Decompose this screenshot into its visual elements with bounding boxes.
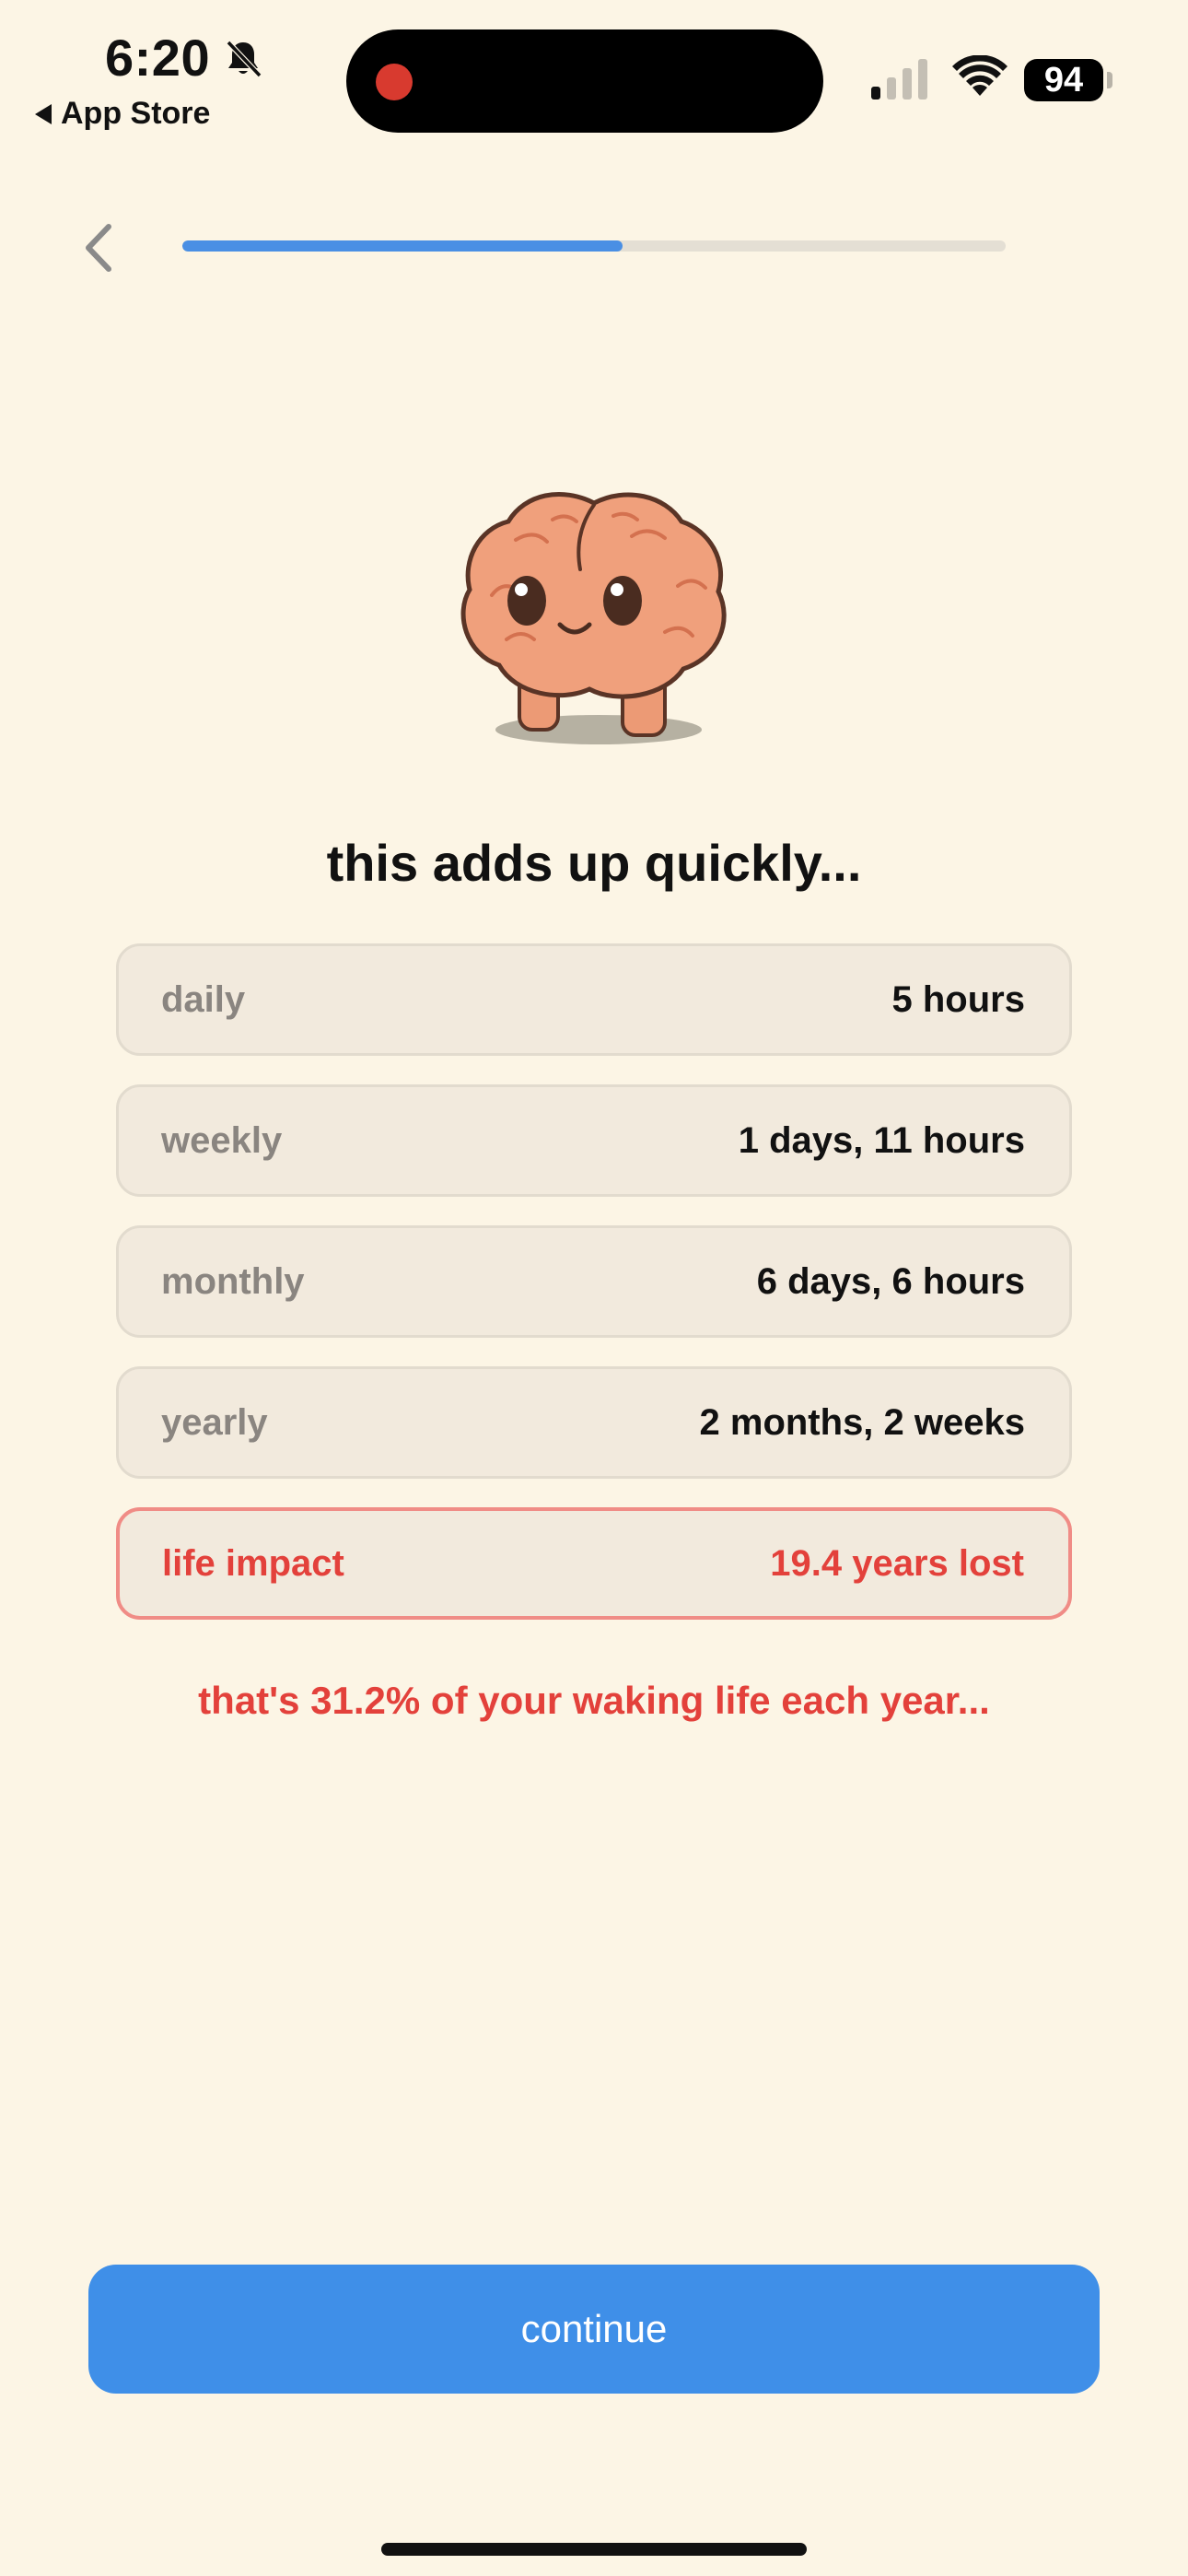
stat-row-monthly: monthly 6 days, 6 hours bbox=[116, 1225, 1072, 1338]
progress-bar bbox=[182, 240, 1006, 252]
back-app-label: App Store bbox=[61, 96, 211, 131]
back-chevron-icon[interactable] bbox=[77, 221, 120, 275]
headline: this adds up quickly... bbox=[326, 834, 862, 892]
status-time: 6:20 bbox=[105, 29, 211, 87]
progress-fill bbox=[182, 240, 623, 252]
silent-bell-icon bbox=[226, 40, 262, 78]
life-impact-label: life impact bbox=[162, 1542, 344, 1584]
battery-indicator: 94 bbox=[1024, 59, 1112, 101]
stat-label: monthly bbox=[161, 1260, 305, 1302]
stat-value: 1 days, 11 hours bbox=[738, 1119, 1025, 1161]
battery-level: 94 bbox=[1024, 59, 1103, 101]
wifi-icon bbox=[952, 55, 1007, 96]
stat-row-weekly: weekly 1 days, 11 hours bbox=[116, 1084, 1072, 1197]
waking-life-warning: that's 31.2% of your waking life each ye… bbox=[198, 1679, 990, 1722]
stat-value: 6 days, 6 hours bbox=[756, 1260, 1025, 1302]
stat-value: 2 months, 2 weeks bbox=[699, 1401, 1025, 1443]
stat-value: 5 hours bbox=[891, 978, 1025, 1020]
continue-button[interactable]: continue bbox=[88, 2265, 1100, 2394]
stat-row-life-impact: life impact 19.4 years lost bbox=[116, 1507, 1072, 1620]
recording-indicator bbox=[376, 64, 413, 100]
stat-label: weekly bbox=[161, 1119, 283, 1161]
stat-label: daily bbox=[161, 978, 246, 1020]
back-triangle-icon bbox=[35, 103, 52, 124]
dynamic-island bbox=[346, 29, 823, 133]
stat-row-yearly: yearly 2 months, 2 weeks bbox=[116, 1366, 1072, 1479]
brain-mascot-illustration bbox=[460, 491, 727, 744]
life-impact-value: 19.4 years lost bbox=[770, 1542, 1024, 1584]
cellular-signal-icon bbox=[871, 59, 927, 100]
battery-nub bbox=[1107, 72, 1112, 88]
stat-row-daily: daily 5 hours bbox=[116, 943, 1072, 1056]
home-indicator[interactable] bbox=[381, 2543, 807, 2556]
back-to-app-store[interactable]: App Store bbox=[35, 96, 210, 132]
stat-label: yearly bbox=[161, 1401, 268, 1443]
